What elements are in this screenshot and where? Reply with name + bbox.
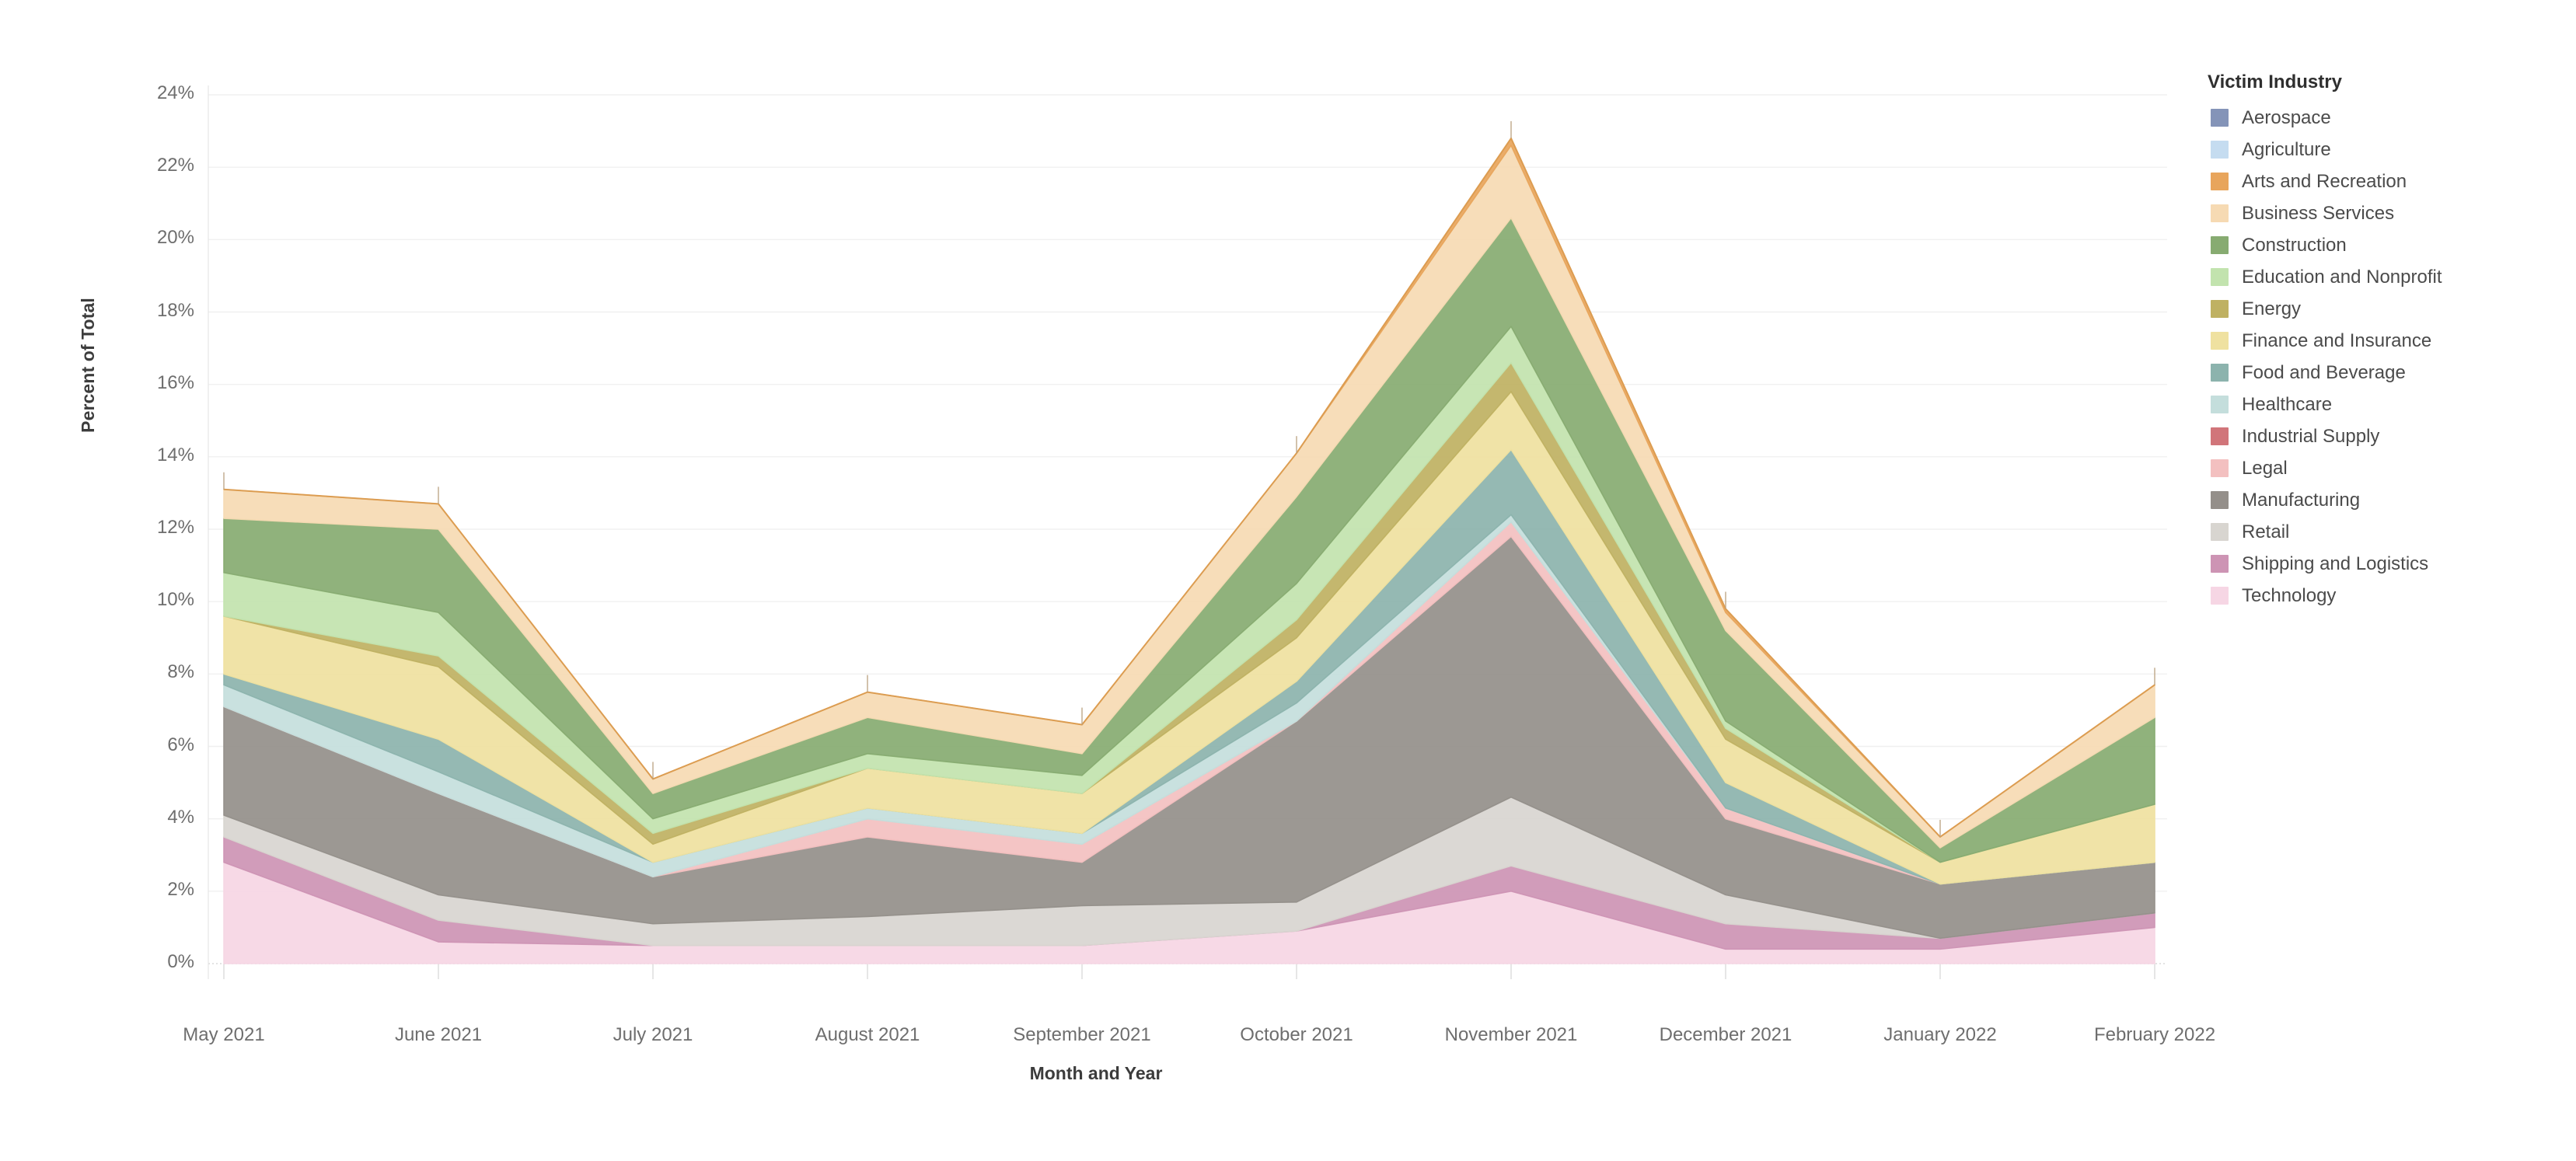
- legend-swatch-icon: [2211, 587, 2229, 605]
- legend: Victim Industry Aerospace Agriculture Arts…: [2206, 71, 2571, 612]
- y-tick-label: 24%: [156, 82, 194, 103]
- legend-swatch-icon: [2211, 109, 2229, 127]
- legend-item-label: Food and Beverage: [2242, 361, 2406, 383]
- legend-item-label: Technology: [2242, 584, 2337, 606]
- legend-title: Victim Industry: [2208, 71, 2342, 92]
- legend-item-label: Manufacturing: [2242, 489, 2361, 511]
- y-tick-label: 22%: [156, 155, 194, 176]
- x-tick-label: August 2021: [815, 1024, 920, 1045]
- legend-item[interactable]: Manufacturing: [2206, 484, 2571, 516]
- legend-item[interactable]: Finance and Insurance: [2206, 325, 2571, 357]
- y-tick-label: 16%: [156, 371, 194, 393]
- legend-swatch-icon: [2211, 268, 2229, 286]
- legend-swatch-icon: [2211, 523, 2229, 541]
- legend-swatch-icon: [2211, 427, 2229, 445]
- y-tick-label: 6%: [167, 734, 194, 755]
- x-tick-label: December 2021: [1659, 1024, 1792, 1045]
- y-tick-label: 12%: [156, 517, 194, 538]
- stacked-area-chart: [208, 85, 2167, 979]
- legend-swatch-icon: [2211, 364, 2229, 382]
- x-tick-label: October 2021: [1240, 1024, 1353, 1045]
- legend-item-label: Agriculture: [2242, 138, 2331, 160]
- area-series-group: [223, 138, 2155, 964]
- legend-item-label: Finance and Insurance: [2242, 329, 2432, 351]
- legend-item[interactable]: Agriculture: [2206, 134, 2571, 166]
- legend-swatch-icon: [2211, 204, 2229, 222]
- legend-item-label: Shipping and Logistics: [2242, 553, 2429, 574]
- legend-item[interactable]: Aerospace: [2206, 102, 2571, 134]
- y-tick-label: 10%: [156, 589, 194, 611]
- legend-swatch-icon: [2211, 555, 2229, 573]
- legend-swatch-icon: [2211, 332, 2229, 350]
- legend-swatch-icon: [2211, 459, 2229, 477]
- legend-swatch-icon: [2211, 141, 2229, 159]
- legend-item-label: Construction: [2242, 234, 2347, 256]
- x-tick-label: June 2021: [394, 1024, 483, 1045]
- legend-item[interactable]: Education and Nonprofit: [2206, 261, 2571, 293]
- plot-area: [0, 0, 2223, 1161]
- legend-item[interactable]: Arts and Recreation: [2206, 166, 2571, 197]
- y-tick-label: 14%: [156, 444, 194, 465]
- category-ticks: [223, 964, 2155, 979]
- legend-swatch-icon: [2211, 236, 2229, 254]
- legend-swatch-icon: [2211, 396, 2229, 413]
- x-tick-label: July 2021: [613, 1024, 693, 1045]
- y-tick-label: 18%: [156, 299, 194, 321]
- legend-swatch-icon: [2211, 300, 2229, 318]
- legend-item[interactable]: Food and Beverage: [2206, 357, 2571, 389]
- legend-item[interactable]: Legal: [2206, 452, 2571, 484]
- legend-item[interactable]: Technology: [2206, 580, 2571, 612]
- y-tick-label: 0%: [167, 951, 194, 972]
- legend-swatch-icon: [2211, 491, 2229, 509]
- legend-item-label: Aerospace: [2242, 106, 2331, 128]
- legend-list: Aerospace Agriculture Arts and Recreation B…: [2206, 102, 2571, 612]
- legend-item[interactable]: Business Services: [2206, 197, 2571, 229]
- legend-item-label: Energy: [2242, 298, 2302, 319]
- legend-item[interactable]: Healthcare: [2206, 389, 2571, 420]
- legend-item-label: Retail: [2242, 521, 2290, 542]
- legend-item[interactable]: Retail: [2206, 516, 2571, 548]
- x-axis-title: Month and Year: [1029, 1063, 1163, 1083]
- x-tick-label: January 2022: [1883, 1024, 1997, 1045]
- legend-item[interactable]: Energy: [2206, 293, 2571, 325]
- y-axis-title: Percent of Total: [78, 298, 98, 433]
- y-tick-label: 4%: [167, 806, 194, 828]
- legend-item[interactable]: Construction: [2206, 229, 2571, 261]
- y-tick-label: 20%: [156, 227, 194, 249]
- legend-item-label: Arts and Recreation: [2242, 170, 2407, 192]
- legend-item-label: Legal: [2242, 457, 2288, 479]
- legend-item-label: Business Services: [2242, 202, 2395, 224]
- x-tick-label: May 2021: [183, 1024, 265, 1045]
- x-tick-label: September 2021: [1013, 1024, 1151, 1045]
- x-tick-label: February 2022: [2093, 1024, 2216, 1045]
- legend-item-label: Healthcare: [2242, 393, 2333, 415]
- legend-item[interactable]: Industrial Supply: [2206, 420, 2571, 452]
- y-tick-label: 8%: [167, 661, 194, 683]
- legend-item[interactable]: Shipping and Logistics: [2206, 548, 2571, 580]
- legend-item-label: Industrial Supply: [2242, 425, 2380, 447]
- chart-page: Percent of Total Month and Year 0% 2% 4% 6%…: [0, 0, 2576, 1161]
- y-tick-label: 2%: [167, 878, 194, 900]
- legend-swatch-icon: [2211, 173, 2229, 190]
- legend-item-label: Education and Nonprofit: [2242, 266, 2442, 288]
- x-tick-label: November 2021: [1444, 1024, 1578, 1045]
